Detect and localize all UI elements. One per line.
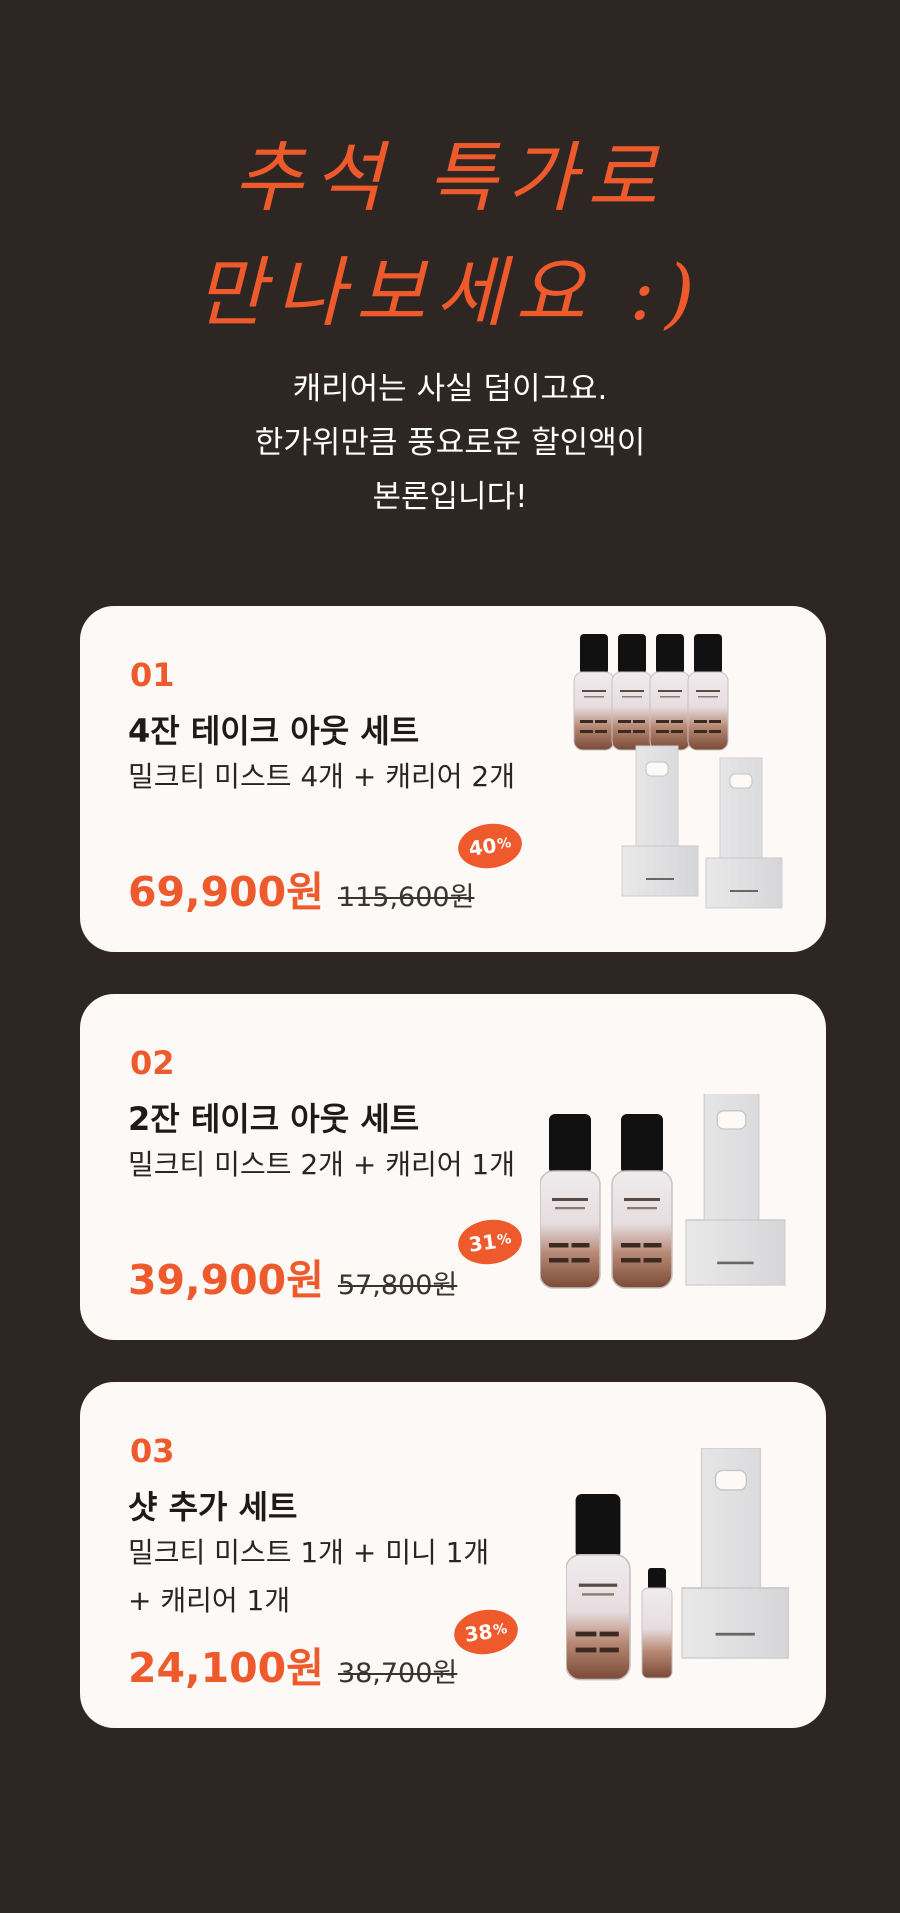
product-description-line: 밀크티 미스트 2개 + 캐리어 1개: [128, 1148, 515, 1181]
product-image: [573, 634, 783, 909]
original-price: 57,800원: [337, 1270, 458, 1301]
product-description-line: 밀크티 미스트 1개 + 미니 1개: [128, 1536, 490, 1569]
product-card[interactable]: 02 2잔 테이크 아웃 세트 밀크티 미스트 2개 + 캐리어 1개 39,9…: [80, 994, 826, 1340]
hero-title-line: 만나보세요 :): [195, 248, 705, 337]
price-row: 39,900원 57,800원: [128, 1246, 457, 1306]
discount-unit: %: [492, 1621, 509, 1639]
hero-title-line: 추석 특가로: [233, 133, 667, 222]
product-image: [566, 1448, 790, 1681]
sale-price: 69,900원: [128, 868, 324, 916]
product-name: 4잔 테이크 아웃 세트: [128, 712, 420, 750]
discount-value: 38: [463, 1619, 495, 1647]
discount-value: 31: [467, 1229, 499, 1257]
product-card[interactable]: 01 4잔 테이크 아웃 세트 밀크티 미스트 4개 + 캐리어 2개 69,9…: [80, 606, 826, 952]
sale-price: 24,100원: [128, 1644, 324, 1692]
price-row: 69,900원 115,600원: [128, 858, 474, 918]
product-description: 밀크티 미스트 2개 + 캐리어 1개: [128, 1141, 528, 1189]
hero-subtitle-line: 한가위만큼 풍요로운 할인액이: [254, 425, 646, 461]
original-price: 115,600원: [337, 882, 475, 913]
product-description-line: 밀크티 미스트 4개 + 캐리어 2개: [128, 760, 515, 793]
price-row: 24,100원 38,700원: [128, 1634, 457, 1694]
product-number: 01: [130, 656, 175, 694]
product-name: 2잔 테이크 아웃 세트: [128, 1100, 420, 1138]
product-description: 밀크티 미스트 1개 + 미니 1개 + 캐리어 1개: [128, 1529, 528, 1625]
product-name: 샷 추가 세트: [128, 1488, 298, 1526]
discount-value: 40: [467, 833, 499, 861]
sale-price: 39,900원: [128, 1256, 324, 1304]
discount-unit: %: [496, 835, 513, 853]
hero-title: 추석 특가로 만나보세요 :): [0, 120, 900, 350]
original-price: 38,700원: [337, 1658, 458, 1689]
product-number: 03: [130, 1432, 175, 1470]
product-description: 밀크티 미스트 4개 + 캐리어 2개: [128, 753, 528, 801]
discount-unit: %: [496, 1231, 513, 1249]
hero-subtitle-line: 캐리어는 사실 덤이고요.: [292, 371, 608, 407]
hero-subtitle-line: 본론입니다!: [372, 479, 528, 515]
product-image: [540, 1094, 786, 1289]
product-card[interactable]: 03 샷 추가 세트 밀크티 미스트 1개 + 미니 1개 + 캐리어 1개 2…: [80, 1382, 826, 1728]
discount-badge: 31%: [455, 1215, 525, 1269]
hero-subtitle: 캐리어는 사실 덤이고요. 한가위만큼 풍요로운 할인액이 본론입니다!: [0, 362, 900, 524]
product-number: 02: [130, 1044, 175, 1082]
